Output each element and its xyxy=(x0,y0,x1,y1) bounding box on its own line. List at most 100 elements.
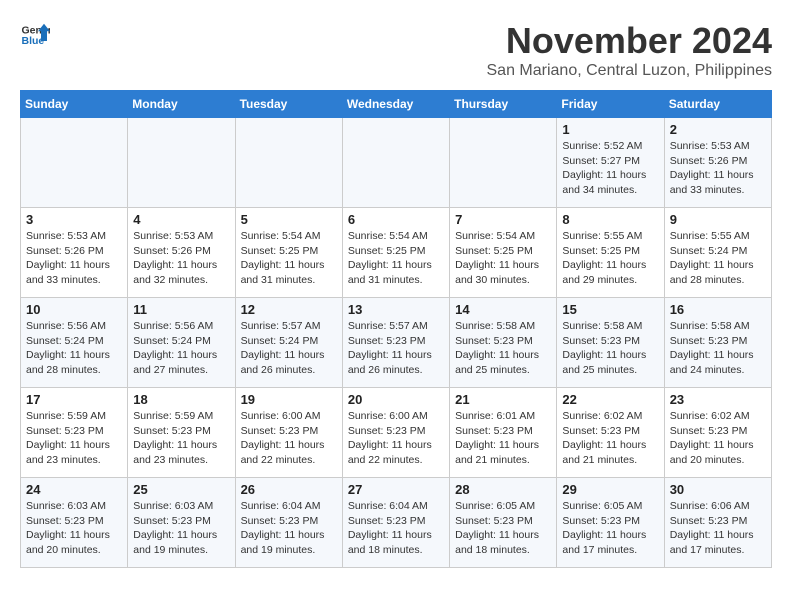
day-info: Sunrise: 6:00 AM Sunset: 5:23 PM Dayligh… xyxy=(241,409,337,468)
day-info: Sunrise: 5:58 AM Sunset: 5:23 PM Dayligh… xyxy=(670,319,766,378)
day-number: 24 xyxy=(26,482,122,497)
day-info: Sunrise: 6:04 AM Sunset: 5:23 PM Dayligh… xyxy=(348,499,444,558)
day-number: 2 xyxy=(670,122,766,137)
calendar-week-row: 24 Sunrise: 6:03 AM Sunset: 5:23 PM Dayli… xyxy=(21,478,772,568)
calendar-cell: 14Sunrise: 5:58 AM Sunset: 5:23 PM Dayli… xyxy=(450,298,557,388)
day-info: Sunrise: 5:59 AM Sunset: 5:23 PM Dayligh… xyxy=(133,409,229,468)
calendar-cell: 3 Sunrise: 5:53 AM Sunset: 5:26 PM Daylig… xyxy=(21,208,128,298)
weekday-header: Wednesday xyxy=(342,91,449,118)
day-number: 17 xyxy=(26,392,122,407)
day-info: Sunrise: 6:01 AM Sunset: 5:23 PM Dayligh… xyxy=(455,409,551,468)
weekday-header: Friday xyxy=(557,91,664,118)
calendar-cell: 24 Sunrise: 6:03 AM Sunset: 5:23 PM Dayli… xyxy=(21,478,128,568)
day-info: Sunrise: 6:05 AM Sunset: 5:23 PM Dayligh… xyxy=(455,499,551,558)
weekday-header: Thursday xyxy=(450,91,557,118)
day-number: 1 xyxy=(562,122,658,137)
day-info: Sunrise: 6:02 AM Sunset: 5:23 PM Dayligh… xyxy=(562,409,658,468)
day-info: Sunrise: 6:03 AM Sunset: 5:23 PM Dayligh… xyxy=(133,499,229,558)
calendar-cell: 8 Sunrise: 5:55 AM Sunset: 5:25 PM Daylig… xyxy=(557,208,664,298)
calendar-cell: 20Sunrise: 6:00 AM Sunset: 5:23 PM Dayli… xyxy=(342,388,449,478)
day-info: Sunrise: 5:57 AM Sunset: 5:23 PM Dayligh… xyxy=(348,319,444,378)
weekday-header: Saturday xyxy=(664,91,771,118)
day-number: 23 xyxy=(670,392,766,407)
day-number: 18 xyxy=(133,392,229,407)
month-title: November 2024 xyxy=(487,20,773,62)
logo-icon: General Blue xyxy=(20,20,50,50)
calendar-cell: 29Sunrise: 6:05 AM Sunset: 5:23 PM Dayli… xyxy=(557,478,664,568)
day-info: Sunrise: 5:54 AM Sunset: 5:25 PM Dayligh… xyxy=(241,229,337,288)
day-info: Sunrise: 5:56 AM Sunset: 5:24 PM Dayligh… xyxy=(133,319,229,378)
calendar-week-row: 17 Sunrise: 5:59 AM Sunset: 5:23 PM Dayli… xyxy=(21,388,772,478)
day-number: 3 xyxy=(26,212,122,227)
day-number: 28 xyxy=(455,482,551,497)
day-number: 5 xyxy=(241,212,337,227)
day-number: 8 xyxy=(562,212,658,227)
calendar-cell: 16 Sunrise: 5:58 AM Sunset: 5:23 PM Dayli… xyxy=(664,298,771,388)
day-number: 26 xyxy=(241,482,337,497)
weekday-header: Monday xyxy=(128,91,235,118)
day-number: 10 xyxy=(26,302,122,317)
day-number: 21 xyxy=(455,392,551,407)
day-number: 7 xyxy=(455,212,551,227)
calendar-header-row: SundayMondayTuesdayWednesdayThursdayFrid… xyxy=(21,91,772,118)
calendar-cell: 9 Sunrise: 5:55 AM Sunset: 5:24 PM Daylig… xyxy=(664,208,771,298)
day-number: 13 xyxy=(348,302,444,317)
day-info: Sunrise: 5:53 AM Sunset: 5:26 PM Dayligh… xyxy=(26,229,122,288)
day-info: Sunrise: 6:05 AM Sunset: 5:23 PM Dayligh… xyxy=(562,499,658,558)
day-number: 4 xyxy=(133,212,229,227)
calendar-cell: 18 Sunrise: 5:59 AM Sunset: 5:23 PM Dayli… xyxy=(128,388,235,478)
calendar-cell: 27Sunrise: 6:04 AM Sunset: 5:23 PM Dayli… xyxy=(342,478,449,568)
day-number: 15 xyxy=(562,302,658,317)
calendar-cell: 30 Sunrise: 6:06 AM Sunset: 5:23 PM Dayli… xyxy=(664,478,771,568)
calendar-cell: 2 Sunrise: 5:53 AM Sunset: 5:26 PM Daylig… xyxy=(664,118,771,208)
day-info: Sunrise: 5:58 AM Sunset: 5:23 PM Dayligh… xyxy=(562,319,658,378)
calendar-cell: 15 Sunrise: 5:58 AM Sunset: 5:23 PM Dayli… xyxy=(557,298,664,388)
day-number: 6 xyxy=(348,212,444,227)
location-subtitle: San Mariano, Central Luzon, Philippines xyxy=(487,62,773,80)
calendar-cell: 19Sunrise: 6:00 AM Sunset: 5:23 PM Dayli… xyxy=(235,388,342,478)
calendar-cell: 13 Sunrise: 5:57 AM Sunset: 5:23 PM Dayli… xyxy=(342,298,449,388)
calendar-cell xyxy=(235,118,342,208)
calendar-cell: 21 Sunrise: 6:01 AM Sunset: 5:23 PM Dayli… xyxy=(450,388,557,478)
calendar-cell xyxy=(342,118,449,208)
weekday-header: Sunday xyxy=(21,91,128,118)
day-number: 16 xyxy=(670,302,766,317)
page-header: General Blue November 2024 San Mariano, … xyxy=(20,20,772,80)
day-info: Sunrise: 5:57 AM Sunset: 5:24 PM Dayligh… xyxy=(241,319,337,378)
day-info: Sunrise: 5:54 AM Sunset: 5:25 PM Dayligh… xyxy=(455,229,551,288)
day-number: 12 xyxy=(241,302,337,317)
calendar-cell: 28 Sunrise: 6:05 AM Sunset: 5:23 PM Dayli… xyxy=(450,478,557,568)
day-info: Sunrise: 5:52 AM Sunset: 5:27 PM Dayligh… xyxy=(562,139,658,198)
calendar-cell: 7 Sunrise: 5:54 AM Sunset: 5:25 PM Daylig… xyxy=(450,208,557,298)
weekday-header: Tuesday xyxy=(235,91,342,118)
calendar-cell xyxy=(450,118,557,208)
day-info: Sunrise: 6:03 AM Sunset: 5:23 PM Dayligh… xyxy=(26,499,122,558)
day-info: Sunrise: 5:53 AM Sunset: 5:26 PM Dayligh… xyxy=(133,229,229,288)
day-number: 20 xyxy=(348,392,444,407)
calendar-cell: 25Sunrise: 6:03 AM Sunset: 5:23 PM Dayli… xyxy=(128,478,235,568)
day-info: Sunrise: 6:04 AM Sunset: 5:23 PM Dayligh… xyxy=(241,499,337,558)
svg-text:Blue: Blue xyxy=(22,35,45,47)
calendar-table: SundayMondayTuesdayWednesdayThursdayFrid… xyxy=(20,90,772,568)
day-number: 9 xyxy=(670,212,766,227)
day-info: Sunrise: 5:53 AM Sunset: 5:26 PM Dayligh… xyxy=(670,139,766,198)
day-info: Sunrise: 5:59 AM Sunset: 5:23 PM Dayligh… xyxy=(26,409,122,468)
calendar-cell: 26 Sunrise: 6:04 AM Sunset: 5:23 PM Dayli… xyxy=(235,478,342,568)
day-number: 22 xyxy=(562,392,658,407)
day-info: Sunrise: 5:58 AM Sunset: 5:23 PM Dayligh… xyxy=(455,319,551,378)
day-info: Sunrise: 6:06 AM Sunset: 5:23 PM Dayligh… xyxy=(670,499,766,558)
logo: General Blue xyxy=(20,20,50,50)
day-info: Sunrise: 5:56 AM Sunset: 5:24 PM Dayligh… xyxy=(26,319,122,378)
day-info: Sunrise: 5:55 AM Sunset: 5:24 PM Dayligh… xyxy=(670,229,766,288)
calendar-cell xyxy=(128,118,235,208)
calendar-week-row: 10 Sunrise: 5:56 AM Sunset: 5:24 PM Dayli… xyxy=(21,298,772,388)
day-info: Sunrise: 5:55 AM Sunset: 5:25 PM Dayligh… xyxy=(562,229,658,288)
calendar-cell: 1 Sunrise: 5:52 AM Sunset: 5:27 PM Daylig… xyxy=(557,118,664,208)
day-info: Sunrise: 5:54 AM Sunset: 5:25 PM Dayligh… xyxy=(348,229,444,288)
calendar-cell: 23 Sunrise: 6:02 AM Sunset: 5:23 PM Dayli… xyxy=(664,388,771,478)
day-info: Sunrise: 6:02 AM Sunset: 5:23 PM Dayligh… xyxy=(670,409,766,468)
day-number: 30 xyxy=(670,482,766,497)
calendar-cell: 22 Sunrise: 6:02 AM Sunset: 5:23 PM Dayli… xyxy=(557,388,664,478)
calendar-cell: 12 Sunrise: 5:57 AM Sunset: 5:24 PM Dayli… xyxy=(235,298,342,388)
calendar-cell: 17 Sunrise: 5:59 AM Sunset: 5:23 PM Dayli… xyxy=(21,388,128,478)
